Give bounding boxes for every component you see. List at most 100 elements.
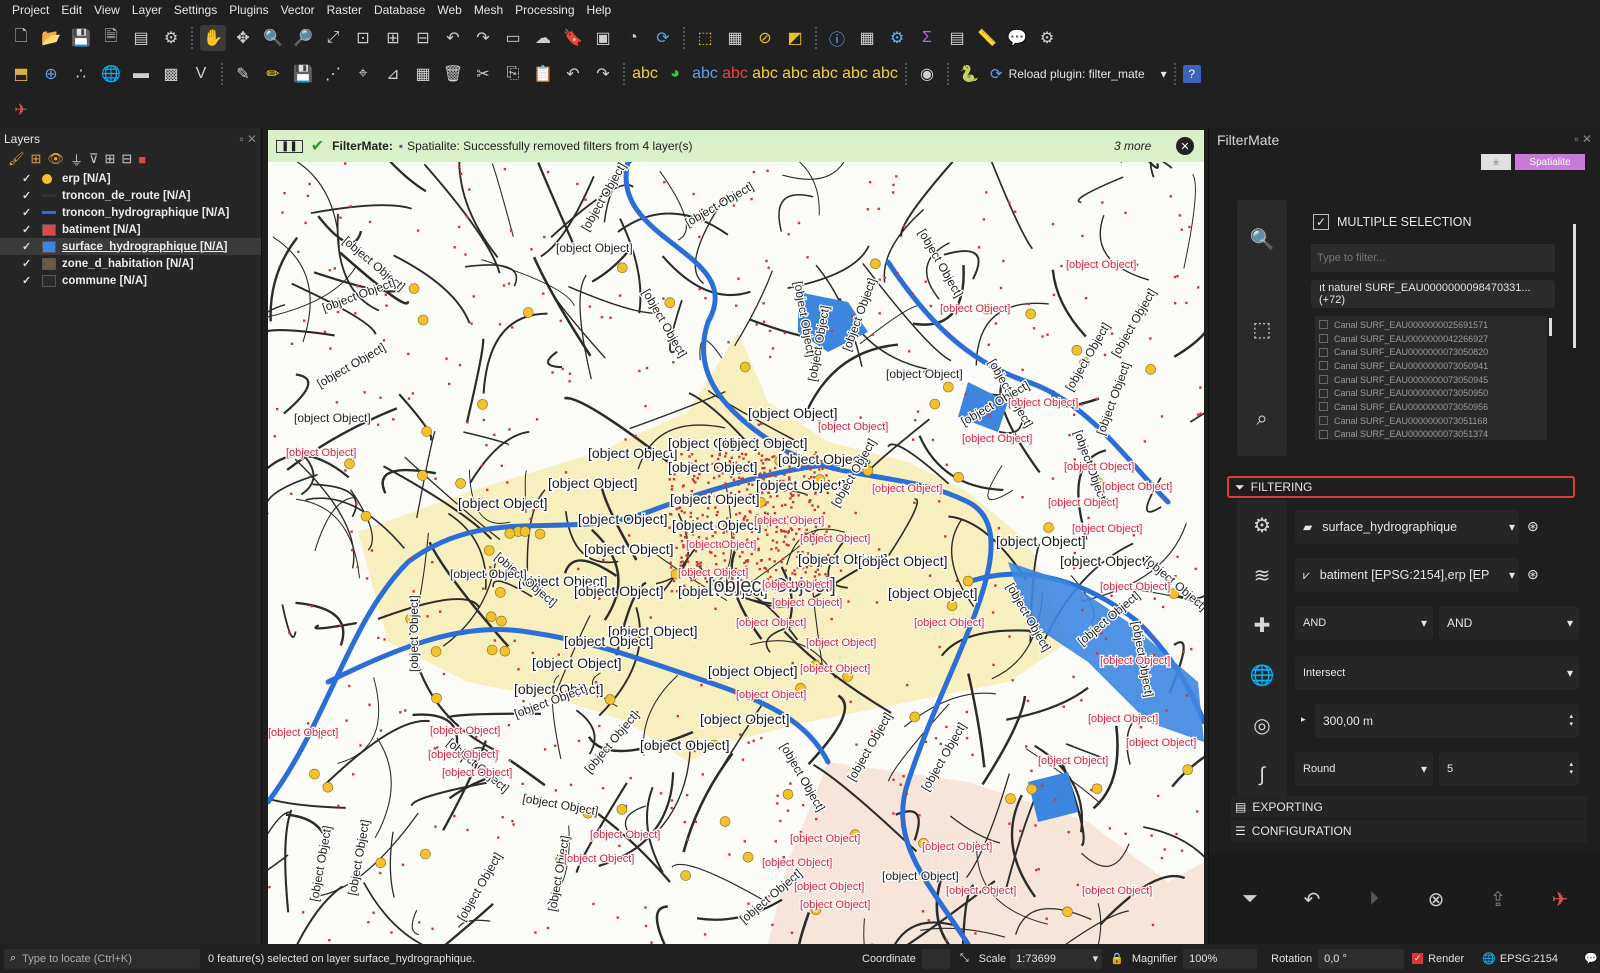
list-item[interactable]: Canal SURF_EAU0000000025691571	[1319, 318, 1543, 332]
messages-icon[interactable]: 💬	[1584, 952, 1598, 965]
reload-plugin-button[interactable]: ⟳ Reload plugin: filter_mate ▾	[990, 65, 1167, 83]
map-canvas[interactable]: [object Object] [object Object] [object Ob…	[268, 162, 1204, 944]
vertex-tool-icon[interactable]: ⌖	[350, 61, 376, 87]
rotation-spinbox[interactable]: 0,0 °	[1318, 948, 1405, 969]
crs-globe-icon[interactable]: 🌐	[1482, 952, 1496, 965]
open-styling-icon[interactable]: 🖌	[8, 151, 25, 167]
reset-filter-icon[interactable]: ⊗	[1416, 879, 1456, 919]
auto-current-toggle-icon[interactable]: ⊛	[1527, 518, 1539, 535]
style-manager-icon[interactable]: ⚙	[158, 25, 184, 51]
list-item[interactable]: Canal SURF_EAU0000000073050950	[1319, 386, 1543, 400]
undo-icon[interactable]: ↶	[560, 61, 586, 87]
list-item-checkbox[interactable]	[1319, 320, 1328, 330]
spin-arrows-icon[interactable]: ▴ ▾	[1569, 713, 1573, 729]
zoom-next-icon[interactable]: ↷	[470, 25, 496, 51]
zoom-native-icon[interactable]: ⊟	[410, 25, 436, 51]
predicate-combo[interactable]: Intersect ▾	[1295, 656, 1579, 690]
list-item-checkbox[interactable]	[1319, 402, 1328, 412]
new-3d-view-icon[interactable]: ☁	[530, 25, 556, 51]
list-item[interactable]: Canal SURF_EAU0000000073050941	[1319, 359, 1543, 373]
render-checkbox[interactable]: ✓	[1412, 953, 1424, 964]
zoom-layer-icon[interactable]: ⊞	[380, 25, 406, 51]
lock-scale-icon[interactable]: 🔒	[1110, 952, 1124, 965]
filter-input[interactable]	[1311, 244, 1555, 272]
menu-raster[interactable]: Raster	[321, 3, 368, 17]
combine-operator-2-combo[interactable]: AND ▾	[1439, 606, 1579, 640]
geometric-predicate-icon[interactable]: 🌐	[1237, 650, 1287, 700]
layout-manager-icon[interactable]: ▤	[128, 25, 154, 51]
plugin-globe-icon[interactable]: ◉	[914, 61, 940, 87]
label-settings-icon[interactable]: abc	[872, 61, 898, 87]
buffer-type-icon[interactable]: ∫	[1237, 750, 1287, 800]
list-item[interactable]: Canal SURF_EAU0000000042266927	[1319, 332, 1543, 346]
list-item[interactable]: Canal SURF_EAU0000000073050956	[1319, 400, 1543, 414]
layer-item[interactable]: ✓ commune [N/A]	[0, 272, 261, 289]
chevron-down-icon[interactable]: ▾	[1161, 67, 1167, 81]
exporting-section[interactable]: ▤ EXPORTING	[1231, 796, 1587, 818]
select-features-icon[interactable]: ⬚	[692, 25, 718, 51]
menu-web[interactable]: Web	[431, 3, 467, 17]
identify-icon[interactable]: ⓘ	[824, 25, 850, 51]
layers-to-filter-icon[interactable]: ≋	[1237, 550, 1287, 600]
list-item[interactable]: Canal SURF_EAU0000000073050820	[1319, 345, 1543, 359]
menu-settings[interactable]: Settings	[168, 3, 223, 17]
list-item[interactable]: Canal SURF_EAU0000000073051374	[1319, 428, 1543, 441]
list-item-checkbox[interactable]	[1319, 361, 1328, 371]
collapse-all-icon[interactable]: ⊟	[121, 151, 132, 167]
layer-visibility-checkbox[interactable]: ✓	[22, 257, 34, 270]
show-bookmarks-icon[interactable]: ▣	[590, 25, 616, 51]
filter-expression-icon[interactable]: ⊽	[89, 151, 99, 167]
layer-visibility-checkbox[interactable]: ✓	[22, 240, 34, 253]
magnifier-spinbox[interactable]: 100%	[1183, 948, 1258, 969]
new-print-layout-icon[interactable]: 🗎	[98, 25, 124, 51]
layer-item[interactable]: ✓ surface_hydrographique [N/A]	[0, 238, 261, 255]
list-item-checkbox[interactable]	[1319, 375, 1328, 385]
layer-visibility-checkbox[interactable]: ✓	[22, 274, 34, 287]
manage-visibility-icon[interactable]: 👁	[47, 151, 64, 167]
save-project-icon[interactable]: 💾	[68, 25, 94, 51]
combine-operator-1-combo[interactable]: AND ▾	[1295, 606, 1433, 640]
zoom-feature-icon[interactable]: 🔍	[1237, 214, 1287, 264]
rotate-label-icon[interactable]: abc	[782, 61, 808, 87]
deselect-all-icon[interactable]: ⊘	[752, 25, 778, 51]
panel-controls[interactable]: ▫ ✕	[239, 132, 257, 146]
measure-icon[interactable]: 📏	[974, 25, 1000, 51]
add-group-icon[interactable]: ⊞	[31, 151, 42, 167]
menu-view[interactable]: View	[88, 3, 126, 17]
highlight-label-icon[interactable]: abc	[722, 61, 748, 87]
menu-plugins[interactable]: Plugins	[223, 3, 274, 17]
feature-list-scrollbar[interactable]	[1549, 318, 1552, 336]
select-by-location-icon[interactable]: ◩	[782, 25, 808, 51]
menu-mesh[interactable]: Mesh	[468, 3, 509, 17]
label-icon[interactable]: abc	[632, 61, 658, 87]
python-console-icon[interactable]: 🐍	[956, 61, 982, 87]
menu-project[interactable]: Project	[6, 3, 55, 17]
add-vector-icon[interactable]: V	[188, 61, 214, 87]
layer-visibility-checkbox[interactable]: ✓	[22, 206, 34, 219]
toggle-edit-icon[interactable]: ✏	[260, 61, 286, 87]
apply-filter-icon[interactable]: ⏷	[1230, 879, 1270, 919]
list-item[interactable]: Canal SURF_EAU0000000073051168	[1319, 414, 1543, 428]
redo-filter-icon[interactable]: ⏵	[1354, 879, 1394, 919]
list-item-checkbox[interactable]	[1319, 334, 1328, 344]
layer-item[interactable]: ✓ zone_d_habitation [N/A]	[0, 255, 261, 272]
segments-spinbox[interactable]: 5 ▴ ▾	[1439, 752, 1579, 786]
undo-filter-icon[interactable]: ↶	[1292, 879, 1332, 919]
new-map-view-icon[interactable]: ▭	[500, 25, 526, 51]
pan-to-selection-icon[interactable]: ✥	[230, 25, 256, 51]
export-layers-icon[interactable]: ⇪	[1478, 879, 1518, 919]
list-item[interactable]: Canal SURF_EAU0000000073050945	[1319, 373, 1543, 387]
delete-icon[interactable]: 🗑	[440, 61, 466, 87]
select-by-value-icon[interactable]: ▦	[722, 25, 748, 51]
layer-item[interactable]: ✓ troncon_de_route [N/A]	[0, 187, 261, 204]
backend-badge[interactable]: Spatialite	[1515, 154, 1585, 170]
buffer-icon[interactable]: ◎	[1237, 700, 1287, 750]
change-label-icon[interactable]: abc	[812, 61, 838, 87]
menu-processing[interactable]: Processing	[509, 3, 580, 17]
diagram-icon[interactable]: ◕	[662, 61, 688, 87]
attribute-table-icon[interactable]: ▦	[854, 25, 880, 51]
panel-controls[interactable]: ▫ ✕	[1574, 132, 1592, 146]
temporal-controller-icon[interactable]: ◔	[620, 25, 646, 51]
help-icon[interactable]: ?	[1182, 65, 1201, 83]
filter-legend-icon[interactable]: ⏚	[70, 150, 83, 169]
